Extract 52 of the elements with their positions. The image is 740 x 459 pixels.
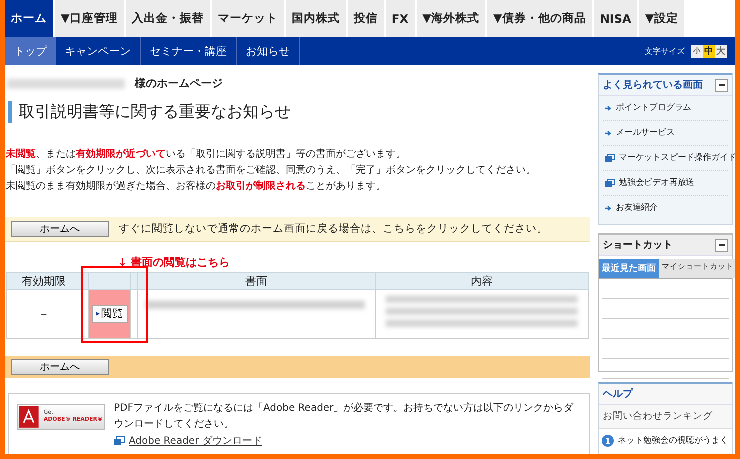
sidebar-link[interactable]: メールサービス xyxy=(616,127,675,139)
window-icon xyxy=(605,178,615,188)
column-header: 有効期限 xyxy=(6,272,82,290)
home-button[interactable]: ホームへ xyxy=(11,359,109,375)
nav-tab[interactable]: ▼設定 xyxy=(639,0,684,37)
view-button[interactable]: 閲覧 xyxy=(92,305,128,323)
pdf-notice-text: PDFファイルをご覧になるには「Adobe Reader」が必要です。お持ちでない方は以下のリンクからダウンロードしてください。 xyxy=(114,402,575,432)
home-hint-text: すぐに閲覧しないで通常のホーム画面に戻る場合は、こちらをクリックしてください。 xyxy=(119,222,548,236)
page-title: 取引説明書等に関する重要なお知らせ xyxy=(8,101,590,123)
sub-nav-tab[interactable]: お知らせ xyxy=(237,37,300,65)
nav-tab[interactable]: FX xyxy=(386,0,415,37)
expiry-cell: － xyxy=(38,306,50,320)
font-size-option[interactable]: 中 xyxy=(703,44,715,58)
sub-nav-tab[interactable]: セミナー・講座 xyxy=(141,37,237,65)
notice-text: 未閲覧、または有効期限が近づいている「取引に関する説明書」等の書面がございます。 xyxy=(6,148,407,162)
nav-tab[interactable]: ▼口座管理 xyxy=(55,0,124,37)
nav-tab[interactable]: マーケット xyxy=(212,0,284,37)
home-button[interactable]: ホームへ xyxy=(11,221,109,237)
rank-number: 1 xyxy=(602,435,614,447)
arrow-icon xyxy=(605,130,612,136)
panel-title: ショートカット xyxy=(603,239,673,252)
download-link[interactable]: Adobe Reader ダウンロード xyxy=(129,434,262,448)
notice-text: 「閲覧」ボタンをクリックし、次に表示される書面をご確認、同意のうえ、「完了」ボタンをクリックしてください。 xyxy=(6,164,537,178)
nav-tab[interactable]: ▼海外株式 xyxy=(416,0,486,37)
nav-tab[interactable]: NISA xyxy=(594,0,638,37)
sidebar-link[interactable]: お友達紹介 xyxy=(616,202,658,214)
panel-title: ヘルプ xyxy=(603,387,633,401)
window-icon xyxy=(114,436,125,446)
greeting-text: 様のホームページ xyxy=(135,76,223,91)
arrow-icon xyxy=(605,204,612,212)
pdf-icon xyxy=(19,406,39,428)
sidebar-link[interactable]: ポイントプログラム xyxy=(616,102,692,114)
column-header: 書面 xyxy=(138,272,376,290)
sub-nav-tab[interactable]: トップ xyxy=(5,37,56,65)
notice-text: 未閲覧のまま有効期限が過ぎた場合、お客様のお取引が制限されることがあります。 xyxy=(6,180,387,194)
column-header: 内容 xyxy=(376,272,588,290)
sidebar-link[interactable]: 勉強会ビデオ再放送 xyxy=(619,177,695,189)
window-icon xyxy=(605,154,615,162)
nav-tab[interactable]: ホーム xyxy=(5,0,53,37)
sub-nav-tab[interactable]: キャンペーン xyxy=(56,37,141,65)
font-size-option[interactable]: 大 xyxy=(715,44,727,58)
font-size-label: 文字サイズ xyxy=(645,46,685,56)
panel-title: よく見られている画面 xyxy=(603,79,703,92)
arrow-icon xyxy=(605,104,612,112)
nav-tab[interactable]: 投信 xyxy=(348,0,384,37)
faq-link[interactable]: ネット勉強会の視聴がうまく xyxy=(618,435,728,447)
nav-tab[interactable]: 入出金・振替 xyxy=(126,0,210,37)
sidebar-link[interactable]: マーケットスピード操作ガイド xyxy=(619,152,735,164)
nav-tab[interactable]: 国内株式 xyxy=(286,0,346,37)
collapse-button[interactable] xyxy=(715,78,728,92)
collapse-button[interactable] xyxy=(715,238,728,252)
nav-tab[interactable]: ▼債券・他の商品 xyxy=(487,0,592,37)
